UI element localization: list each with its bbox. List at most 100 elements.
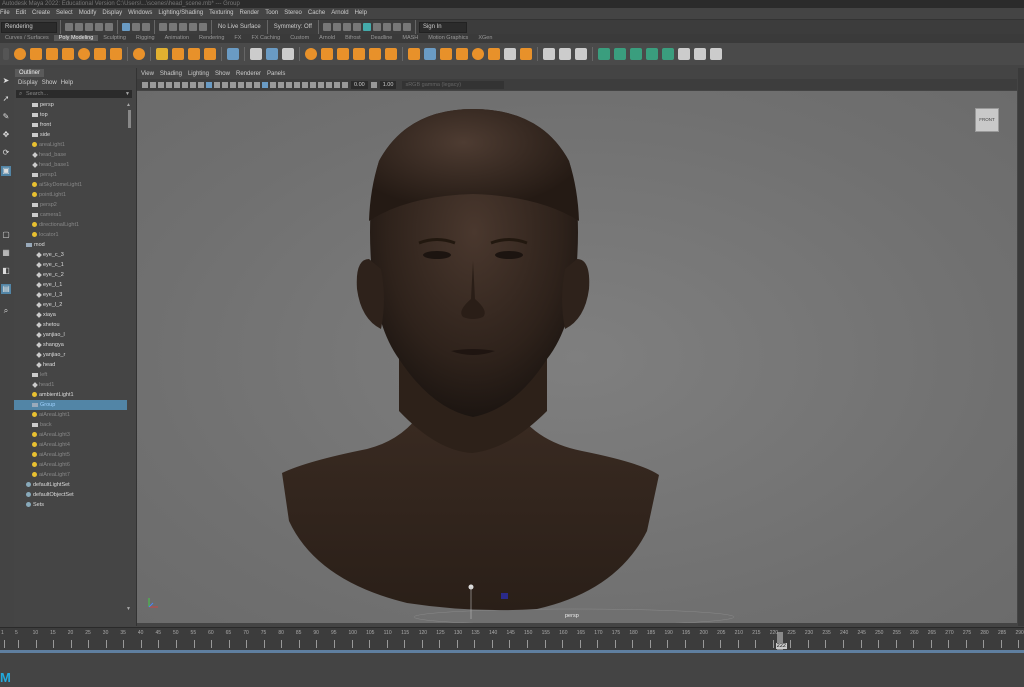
scroll-up-icon[interactable]: ▲ [126,102,131,108]
new-scene-icon[interactable] [65,23,73,31]
automatic-map-icon[interactable] [575,48,587,60]
conform-icon[interactable] [646,48,658,60]
outliner-item[interactable]: shangya [14,340,127,350]
textured-icon[interactable] [262,81,268,88]
menuset-dropdown[interactable]: Rendering [1,21,57,33]
use-all-lights-icon[interactable] [270,81,276,88]
outliner-item[interactable]: top [14,110,127,120]
wireframe-icon[interactable] [246,81,252,88]
sign-in-button[interactable]: Sign In [418,21,467,33]
xray-components-icon[interactable] [342,81,348,88]
menu-windows[interactable]: Windows [128,10,152,16]
shelf-tab-bifrost[interactable]: Bifrost [340,35,366,41]
viewport-menu-panels[interactable]: Panels [267,71,285,77]
fill-hole-icon[interactable] [472,48,484,60]
outliner-item[interactable]: aiAreaLight3 [14,430,127,440]
scroll-down-icon[interactable]: ▼ [126,606,131,612]
poly-plane-icon[interactable] [94,48,106,60]
mirror-icon[interactable] [250,48,262,60]
undo-icon[interactable] [95,23,103,31]
bookmarks-icon[interactable] [158,81,164,88]
wedge-icon[interactable] [520,48,532,60]
shelf-tab-arnold[interactable]: Arnold [314,35,340,41]
lasso-tool-icon[interactable]: ➚ [1,94,11,104]
menu-cache[interactable]: Cache [308,10,325,16]
camera-attributes-icon[interactable] [150,81,156,88]
outliner-item[interactable]: side [14,130,127,140]
scale-tool-icon[interactable]: ▣ [1,166,11,176]
menu-display[interactable]: Display [102,10,122,16]
menu-texturing[interactable]: Texturing [209,10,233,16]
outliner-menu-display[interactable]: Display [18,80,38,86]
outliner-item[interactable]: aiSkyDomeLight1 [14,180,127,190]
boolean-union-icon[interactable] [337,48,349,60]
persp-graph-layout-icon[interactable]: ▤ [1,284,11,294]
poly-cone-icon[interactable] [62,48,74,60]
poly-sphere-icon[interactable] [14,48,26,60]
isolate-select-icon[interactable] [318,81,324,88]
outliner-item[interactable]: aiAreaLight6 [14,460,127,470]
outliner-menu-help[interactable]: Help [61,80,73,86]
menu-file[interactable]: File [0,10,10,16]
viewport-menu-shading[interactable]: Shading [160,71,182,77]
outliner-item[interactable]: eye_l_2 [14,300,127,310]
average-normals-icon[interactable] [678,48,690,60]
type-tool-icon[interactable] [188,48,200,60]
svg-tool-icon[interactable] [204,48,216,60]
create-poly-icon[interactable] [227,48,239,60]
paint-select-icon[interactable]: ✎ [1,112,11,122]
outliner-item[interactable]: mod [14,240,127,250]
shelf-tab-fx[interactable]: FX [229,35,246,41]
smooth-icon[interactable] [266,48,278,60]
shelf-tab-animation[interactable]: Animation [160,35,194,41]
outliner-item[interactable]: persp1 [14,170,127,180]
perspective-viewport[interactable]: FRONT persp [137,91,1017,623]
shelf-tab-mash[interactable]: MASH [397,35,423,41]
gate-mask-icon[interactable] [214,81,220,88]
target-weld-icon[interactable] [424,48,436,60]
2d-pan-zoom-icon[interactable] [174,81,180,88]
outliner-item[interactable]: yanjiao_r [14,350,127,360]
camera-select-icon[interactable] [142,81,148,88]
select-by-component-icon[interactable] [142,23,150,31]
outliner-item[interactable]: Group [14,400,127,410]
outliner-item[interactable]: eye_l_1 [14,280,127,290]
menu-edit[interactable]: Edit [16,10,26,16]
viewport-menu-renderer[interactable]: Renderer [236,71,261,77]
gamma-icon[interactable] [370,81,377,88]
select-by-object-icon[interactable] [132,23,140,31]
ipr-render-icon[interactable] [342,23,351,31]
uv-editor-icon[interactable] [543,48,555,60]
motion-blur-icon[interactable] [294,81,300,88]
outliner-item[interactable]: shetou [14,320,127,330]
render-sequence-icon[interactable] [332,23,341,31]
viewport-menu-lighting[interactable]: Lighting [188,71,209,77]
outliner-item[interactable]: directionalLight1 [14,220,127,230]
outliner-item[interactable]: front [14,120,127,130]
outliner-item[interactable]: head [14,360,127,370]
smooth-shade-icon[interactable] [254,81,260,88]
cleanup-icon[interactable] [710,48,722,60]
outliner-item[interactable]: yanjiao_l [14,330,127,340]
color-space-dropdown[interactable]: sRGB gamma (legacy) [402,80,505,89]
menu-modify[interactable]: Modify [79,10,97,16]
film-gate-icon[interactable] [198,81,204,88]
safe-action-icon[interactable] [230,81,236,88]
rotate-tool-icon[interactable]: ⟳ [1,148,11,158]
outliner-item[interactable]: defaultObjectSet [14,490,127,500]
open-scene-icon[interactable] [75,23,83,31]
depth-of-field-icon[interactable] [310,81,316,88]
outliner-item[interactable]: eye_c_3 [14,250,127,260]
quad-draw-icon[interactable] [456,48,468,60]
menu-create[interactable]: Create [32,10,50,16]
outliner-item[interactable]: Sets [14,500,127,510]
redo-icon[interactable] [105,23,113,31]
append-poly-icon[interactable] [488,48,500,60]
safe-title-icon[interactable] [238,81,244,88]
outliner-item[interactable]: aiAreaLight1 [14,410,127,420]
play-icon[interactable] [402,23,411,31]
outliner-item[interactable]: eye_c_2 [14,270,127,280]
outliner-item[interactable]: head_base [14,150,127,160]
symmetry-dropdown[interactable]: Symmetry: Off [270,22,315,32]
save-scene-icon[interactable] [85,23,93,31]
